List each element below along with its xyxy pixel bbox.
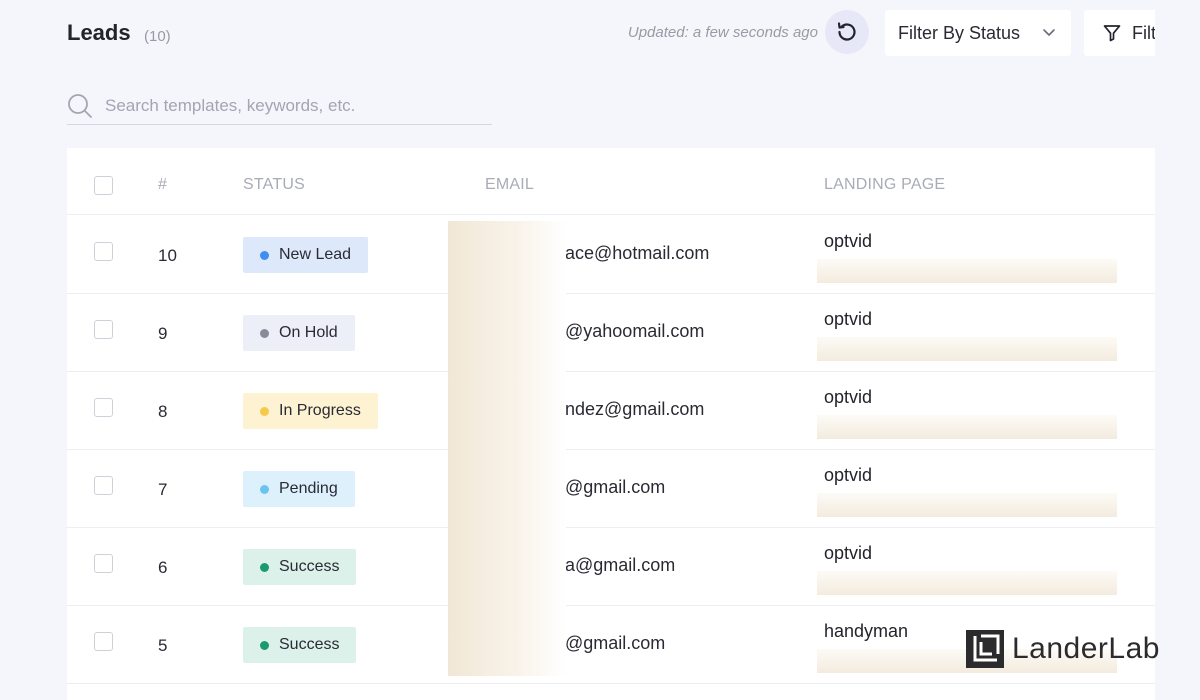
status-badge-label: On Hold <box>279 324 338 341</box>
chevron-down-icon <box>1043 29 1055 36</box>
row-number: 8 <box>158 402 168 421</box>
leads-count: (10) <box>144 28 171 45</box>
status-badge-label: Success <box>279 636 340 653</box>
status-dot-icon <box>260 562 269 572</box>
table-header: # STATUS EMAIL LANDING PAGE <box>67 148 1155 215</box>
status-badge[interactable]: Pending <box>243 471 355 507</box>
table-row[interactable]: 10 New Lead ace@hotmail.com optvid <box>67 216 1155 294</box>
status-badge-label: In Progress <box>279 402 361 419</box>
row-email: a@gmail.com <box>565 555 676 575</box>
row-number: 10 <box>158 246 177 265</box>
row-email: @yahoomail.com <box>565 321 705 341</box>
row-landing-page[interactable]: optvid <box>824 309 872 330</box>
search-icon <box>68 94 92 118</box>
filter-by-status-label: Filter By Status <box>898 22 1021 43</box>
filter-button[interactable]: Filt <box>1084 10 1155 56</box>
row-number: 5 <box>158 636 168 655</box>
landerlab-logo-mark <box>966 630 1004 668</box>
landerlab-logo: LanderLab <box>966 630 1160 668</box>
status-badge[interactable]: In Progress <box>243 393 378 429</box>
row-landing-page[interactable]: optvid <box>824 465 872 486</box>
search-bar <box>67 88 492 125</box>
row-checkbox[interactable] <box>94 632 113 651</box>
status-dot-icon <box>260 406 269 416</box>
row-number: 7 <box>158 480 168 499</box>
row-checkbox[interactable] <box>94 554 113 573</box>
status-dot-icon <box>260 484 269 494</box>
redacted-url-bar <box>817 493 1117 517</box>
row-landing-page[interactable]: optvid <box>824 387 872 408</box>
redacted-url-bar <box>817 571 1117 595</box>
leads-table: # STATUS EMAIL LANDING PAGE 10 New Lead ac… <box>67 148 1155 700</box>
row-checkbox[interactable] <box>94 398 113 417</box>
status-badge[interactable]: Success <box>243 627 357 663</box>
row-number: 6 <box>158 558 168 577</box>
status-dot-icon <box>260 640 269 650</box>
table-row[interactable]: 7 Pending @gmail.com optvid <box>67 450 1155 528</box>
status-badge[interactable]: New Lead <box>243 237 369 273</box>
column-header-landing-page: LANDING PAGE <box>824 176 946 193</box>
redacted-url-bar <box>817 259 1117 283</box>
filter-button-label: Filt <box>1132 22 1155 43</box>
status-badge[interactable]: On Hold <box>243 315 355 351</box>
row-email: ace@hotmail.com <box>565 243 710 263</box>
updated-status: Updated: a few seconds ago <box>627 24 818 41</box>
filter-icon <box>1103 25 1121 42</box>
status-badge-label: Success <box>279 558 340 575</box>
column-header-email: EMAIL <box>485 176 535 193</box>
row-checkbox[interactable] <box>94 476 113 495</box>
redacted-email-area <box>448 221 566 676</box>
status-dot-icon <box>260 250 269 260</box>
row-email: @gmail.com <box>565 633 666 653</box>
row-email: ndez@gmail.com <box>565 399 705 419</box>
column-header-number: # <box>158 176 168 193</box>
refresh-button[interactable] <box>825 10 869 54</box>
landerlab-logo-text: LanderLab <box>1012 632 1160 665</box>
row-checkbox[interactable] <box>94 320 113 339</box>
page-header: Leads (10) Updated: a few seconds ago Fi… <box>67 10 1155 58</box>
status-badge[interactable]: Success <box>243 549 357 585</box>
filter-by-status-select[interactable]: Filter By Status <box>885 10 1071 56</box>
search-input[interactable] <box>105 96 465 116</box>
row-landing-page[interactable]: optvid <box>824 543 872 564</box>
row-checkbox[interactable] <box>94 242 113 261</box>
row-landing-page[interactable]: handyman <box>824 621 908 642</box>
row-landing-page[interactable]: optvid <box>824 231 872 252</box>
row-number: 9 <box>158 324 168 343</box>
redacted-url-bar <box>817 415 1117 439</box>
page-title: Leads <box>67 20 131 45</box>
table-row[interactable]: 6 Success a@gmail.com optvid <box>67 528 1155 606</box>
row-email: @gmail.com <box>565 477 666 497</box>
redacted-url-bar <box>817 337 1117 361</box>
table-row[interactable]: 8 In Progress ndez@gmail.com optvid <box>67 372 1155 450</box>
column-header-status: STATUS <box>243 176 305 193</box>
status-dot-icon <box>260 328 269 338</box>
select-all-checkbox[interactable] <box>94 176 113 195</box>
table-row[interactable]: 9 On Hold @yahoomail.com optvid <box>67 294 1155 372</box>
status-badge-label: Pending <box>279 480 338 497</box>
status-badge-label: New Lead <box>279 246 352 263</box>
refresh-icon <box>837 22 856 41</box>
